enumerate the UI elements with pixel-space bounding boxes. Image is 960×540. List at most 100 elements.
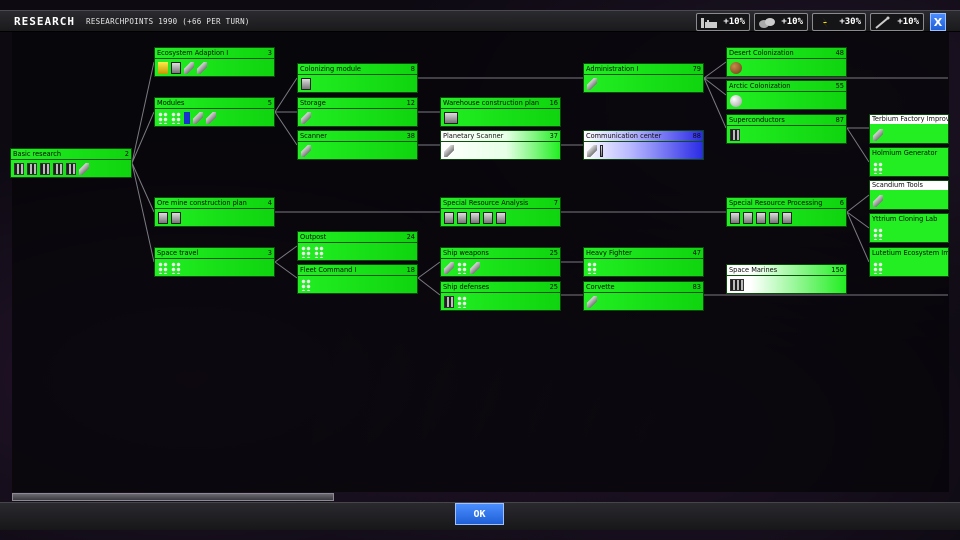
antenna-icon <box>587 144 597 157</box>
factory-icon <box>769 211 779 224</box>
tech-cost: 24 <box>406 233 415 241</box>
tech-warehouse-plan[interactable]: Warehouse construction plan 16 <box>440 97 561 127</box>
tech-planetary-scanner[interactable]: Planetary Scanner 37 <box>440 130 561 160</box>
tech-ecosystem-adaption[interactable]: Ecosystem Adaption I 3 <box>154 47 275 77</box>
lab-icon <box>457 211 467 224</box>
tech-name: Yttrium Cloning Lab <box>872 215 938 223</box>
factory-icon <box>756 211 766 224</box>
tech-cost: 47 <box>692 249 701 257</box>
fleet-icon <box>171 261 181 274</box>
outpost-icon <box>301 245 311 258</box>
tech-name: Ore mine construction plan <box>157 199 247 207</box>
tech-cost: 25 <box>549 249 558 257</box>
tech-space-travel[interactable]: Space travel 3 <box>154 247 275 277</box>
scanner-icon <box>444 144 454 157</box>
lab-icon <box>496 211 506 224</box>
tech-communication-center[interactable]: Communication center 88 <box>583 130 704 160</box>
weapon-icon <box>457 261 467 274</box>
factory-icon <box>743 211 753 224</box>
tech-ship-weapons[interactable]: Ship weapons 25 <box>440 247 561 277</box>
tech-name: Warehouse construction plan <box>443 99 540 107</box>
fighter-icon <box>587 261 597 274</box>
scandium-icon <box>873 194 883 207</box>
colony-module-icon <box>301 77 311 90</box>
horizontal-scrollbar[interactable] <box>12 493 334 501</box>
tech-desert-colonization[interactable]: Desert Colonization 48 <box>726 47 847 77</box>
tech-name: Ship weapons <box>443 249 489 257</box>
tech-cost: 12 <box>406 99 415 107</box>
tech-name: Desert Colonization <box>729 49 794 57</box>
tech-name: Special Resource Processing <box>729 199 823 207</box>
tech-yttrium-cloning-lab[interactable]: Yttrium Cloning Lab <box>869 213 949 243</box>
tech-fleet-command[interactable]: Fleet Command I 18 <box>297 264 418 294</box>
tech-name: Space Marines <box>729 266 778 274</box>
tech-scanner[interactable]: Scanner 38 <box>297 130 418 160</box>
holmium-icon <box>873 161 883 174</box>
weapon-icon <box>470 261 480 274</box>
ok-button[interactable]: OK <box>455 503 504 525</box>
tech-terbium-factory[interactable]: Terbium Factory Improvem <box>869 114 949 144</box>
tech-lutetium-ecosystem[interactable]: Lutetium Ecosystem Impro <box>869 247 949 277</box>
outpost-icon <box>314 245 324 258</box>
tech-name: Outpost <box>300 233 327 241</box>
tech-name: Heavy Fighter <box>586 249 632 257</box>
production-icon <box>14 162 24 175</box>
tech-cost: 87 <box>835 116 844 124</box>
tech-name: Ship defenses <box>443 283 490 291</box>
lab-icon <box>483 211 493 224</box>
tech-corvette[interactable]: Corvette 83 <box>583 281 704 311</box>
desert-planet-icon <box>730 61 742 74</box>
ship-icon <box>206 111 216 124</box>
tech-name: Scanner <box>300 132 327 140</box>
tech-modules[interactable]: Modules 5 <box>154 97 275 127</box>
tech-name: Planetary Scanner <box>443 132 504 140</box>
armor-icon <box>444 295 454 308</box>
tech-special-resource-processing[interactable]: Special Resource Processing 6 <box>726 197 847 227</box>
shield-icon <box>457 295 467 308</box>
mine-icon <box>171 211 181 224</box>
tech-name: Holmium Generator <box>872 149 938 157</box>
factory-icon <box>782 211 792 224</box>
tech-name: Corvette <box>586 283 615 291</box>
tech-administration[interactable]: Administration I 79 <box>583 63 704 93</box>
tech-outpost[interactable]: Outpost 24 <box>297 231 418 261</box>
tech-name: Terbium Factory Improvem <box>870 115 949 124</box>
energy-icon <box>158 61 168 74</box>
production-icon <box>27 162 37 175</box>
tech-storage[interactable]: Storage 12 <box>297 97 418 127</box>
tech-cost: 4 <box>267 199 272 207</box>
lab-icon <box>470 211 480 224</box>
tech-basic-research[interactable]: Basic research 2 <box>10 148 132 178</box>
fleet-icon <box>301 278 311 291</box>
tech-name: Fleet Command I <box>300 266 357 274</box>
tech-ore-mine[interactable]: Ore mine construction plan 4 <box>154 197 275 227</box>
tech-cost: 7 <box>553 199 558 207</box>
tech-ship-defenses[interactable]: Ship defenses 25 <box>440 281 561 311</box>
production-icon <box>66 162 76 175</box>
building-icon <box>171 61 181 74</box>
tech-cost: 3 <box>267 249 272 257</box>
fleet-icon <box>158 261 168 274</box>
tech-cost: 8 <box>410 65 415 73</box>
tech-name: Modules <box>157 99 185 107</box>
tech-name: Lutetium Ecosystem Impro <box>872 249 949 257</box>
lab-icon <box>444 211 454 224</box>
tech-name: Storage <box>300 99 326 107</box>
tech-arctic-colonization[interactable]: Arctic Colonization 55 <box>726 80 847 110</box>
tech-cost: 150 <box>831 266 844 274</box>
tech-holmium-generator[interactable]: Holmium Generator <box>869 147 949 177</box>
tech-colonizing-module[interactable]: Colonizing module 8 <box>297 63 418 93</box>
tech-name: Special Resource Analysis <box>443 199 529 207</box>
tech-cost: 18 <box>406 266 415 274</box>
tech-heavy-fighter[interactable]: Heavy Fighter 47 <box>583 247 704 277</box>
tech-special-resource-analysis[interactable]: Special Resource Analysis 7 <box>440 197 561 227</box>
terbium-icon <box>873 128 883 141</box>
tech-name: Administration I <box>586 65 639 73</box>
ship-icon <box>193 111 203 124</box>
tech-cost: 25 <box>549 283 558 291</box>
tech-superconductors[interactable]: Superconductors 87 <box>726 114 847 144</box>
tech-cost: 88 <box>692 132 701 140</box>
tech-space-marines[interactable]: Space Marines 150 <box>726 264 847 294</box>
production-icon <box>40 162 50 175</box>
tech-scandium-tools[interactable]: Scandium Tools <box>869 180 949 210</box>
